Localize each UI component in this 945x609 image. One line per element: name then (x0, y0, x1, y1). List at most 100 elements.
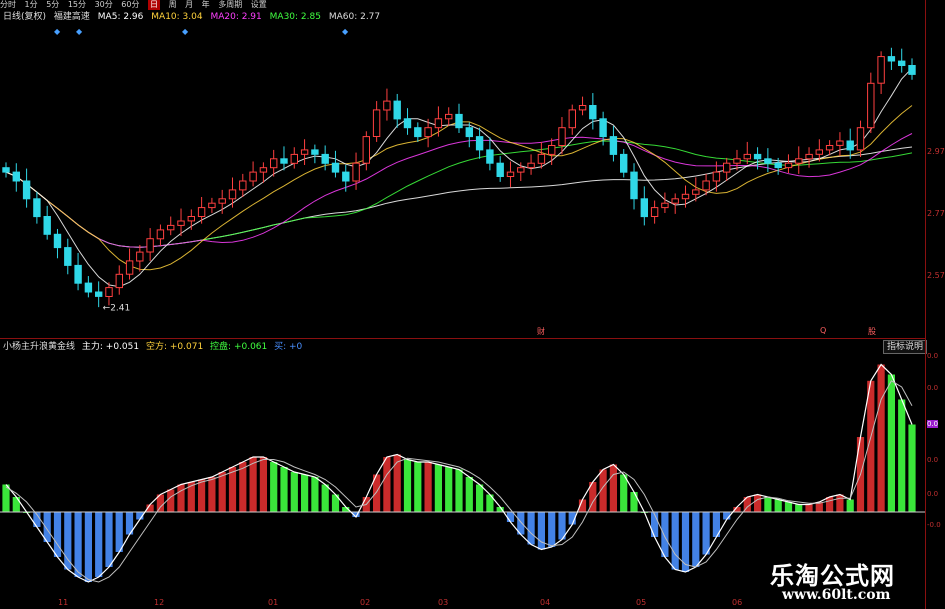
watermark-url: www.60lt.com (782, 587, 891, 603)
histogram-bar (383, 457, 391, 512)
histogram-bar (249, 457, 257, 512)
price-label: 2.57 (927, 271, 945, 280)
histogram-bar (321, 484, 329, 512)
candle-up (239, 180, 247, 191)
histogram-bar (301, 474, 309, 512)
period-tab-minute[interactable]: 分时 (0, 0, 16, 10)
period-tab-year[interactable]: 年 (202, 0, 210, 10)
histogram-bar (424, 462, 432, 512)
period-tab-week[interactable]: 周 (169, 0, 177, 10)
histogram-bar (290, 472, 298, 512)
candle-up (548, 145, 556, 155)
settings-tab[interactable]: 设置 (251, 0, 267, 10)
ma60-line (5, 146, 913, 248)
histogram-bar (908, 424, 916, 512)
histogram-bar (826, 497, 834, 512)
candle-down (321, 153, 329, 164)
candle-up (177, 220, 185, 226)
histogram-bar (95, 512, 103, 577)
candle-up (136, 251, 144, 262)
histogram-bar (177, 484, 185, 512)
histogram-bar (764, 497, 772, 512)
histogram-bar (74, 512, 82, 577)
candle-up (352, 162, 360, 182)
candle-up (877, 56, 885, 84)
histogram-bar (208, 477, 216, 512)
candle-down (846, 140, 854, 151)
candle-up (270, 158, 278, 169)
candle-down (53, 233, 62, 249)
indicator-axis-label: -0.0 (927, 521, 941, 529)
candle-up (445, 113, 453, 120)
histogram-bar (887, 374, 895, 512)
chart-name[interactable]: 日线(复权) (3, 12, 46, 22)
stock-marker[interactable]: 股 (868, 326, 876, 337)
candle-down (84, 282, 93, 293)
info-marker[interactable]: Q (820, 326, 826, 335)
histogram-bar (270, 462, 278, 512)
candle-up (815, 149, 823, 155)
low-price-label: ←2.41 (103, 303, 131, 313)
period-tab-month[interactable]: 月 (185, 0, 193, 10)
histogram-bar (754, 494, 762, 512)
indicator-name[interactable]: 小杨主升浪黄金线 (3, 342, 75, 352)
candle-up (867, 82, 875, 129)
period-tab-60min[interactable]: 60分 (121, 0, 139, 10)
candle-down (74, 264, 82, 284)
candle-up (434, 118, 443, 129)
panel-divider (0, 338, 925, 339)
candle-up (187, 216, 196, 222)
histogram-bar (692, 512, 700, 567)
candle-down (311, 149, 319, 155)
indicator-axis-label: 0.0 (927, 456, 939, 464)
candle-up (105, 287, 113, 298)
candle-down (95, 291, 103, 297)
candle-down (475, 136, 484, 151)
histogram-bar (259, 457, 267, 512)
indicator-axis-label: 0.0 (927, 490, 939, 498)
candle-up (661, 202, 669, 209)
histogram-bar (218, 472, 226, 512)
histogram-bar (455, 469, 463, 512)
candle-up (125, 260, 134, 275)
candle-down (22, 180, 31, 200)
price-label: 2.97 (927, 147, 945, 156)
period-tab-1min[interactable]: 1分 (25, 0, 38, 10)
candle-down (774, 162, 782, 169)
date-label: 03 (438, 598, 449, 607)
candle-up (259, 167, 268, 173)
histogram-bar (795, 504, 803, 512)
candle-up (506, 171, 515, 178)
candle-down (898, 60, 906, 66)
period-toolbar: 分时 1分 5分 15分 30分 60分 日 周 月 年 多周期 设置 (0, 0, 945, 10)
histogram-bar (661, 512, 669, 557)
candle-up (228, 189, 237, 200)
candle-down (599, 118, 607, 138)
candle-up (692, 189, 700, 195)
candle-up (784, 162, 793, 169)
period-tab-30min[interactable]: 30分 (95, 0, 113, 10)
histogram-bar (465, 477, 473, 512)
period-tab-multi[interactable]: 多周期 (218, 0, 242, 10)
histogram-bar (527, 512, 535, 545)
finance-marker[interactable]: 财 (537, 326, 545, 337)
candlestick-chart[interactable]: ←2.41 (0, 24, 925, 338)
period-tab-5min[interactable]: 5分 (46, 0, 59, 10)
candle-up (167, 224, 175, 231)
candle-up (362, 136, 371, 164)
candle-down (496, 162, 504, 177)
candle-up (300, 149, 309, 155)
candle-down (2, 167, 10, 173)
histogram-bar (805, 504, 813, 512)
candle-up (537, 153, 546, 164)
histogram-bar (476, 484, 484, 512)
candle-up (568, 109, 576, 129)
candle-down (887, 56, 896, 62)
candle-up (558, 127, 566, 146)
period-tab-15min[interactable]: 15分 (68, 0, 86, 10)
candle-up (208, 202, 216, 209)
period-tab-day[interactable]: 日 (148, 0, 161, 10)
candle-down (630, 171, 638, 200)
histogram-bar (846, 499, 854, 512)
candle-up (115, 273, 123, 289)
